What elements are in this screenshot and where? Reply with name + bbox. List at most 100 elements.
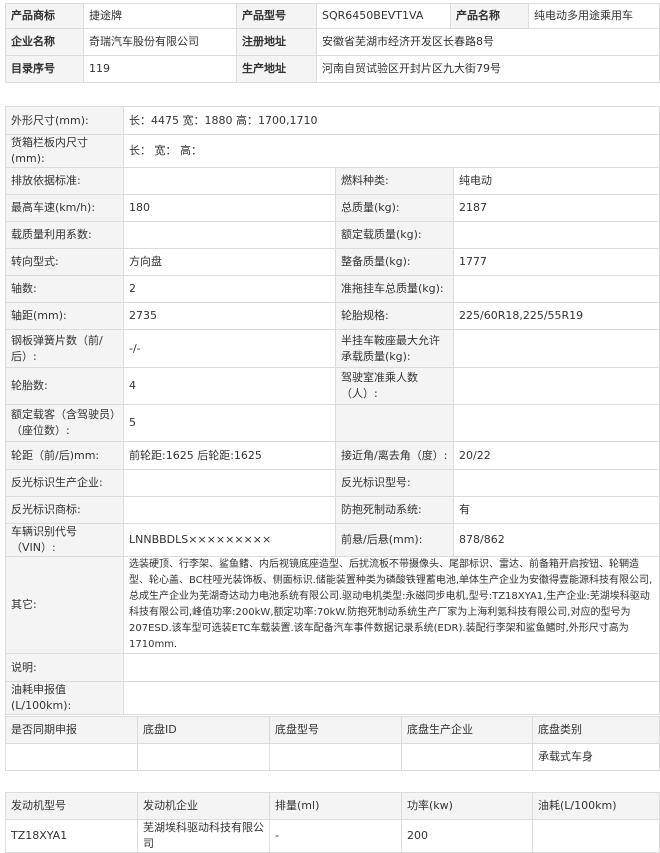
spec-row: 反光标识生产企业: 反光标识型号:: [5, 469, 660, 497]
basic-row-2: 企业名称 奇瑞汽车股份有限公司 注册地址 安徽省芜湖市经济开发区长春路8号: [5, 28, 660, 56]
spec-value: 878/862: [452, 523, 660, 557]
dimensions-label: 外形尺寸(mm):: [5, 106, 124, 135]
company-value: 奇瑞汽车股份有限公司: [83, 28, 237, 56]
dimensions-row: 外形尺寸(mm): 长：4475 宽：1880 高：1700,1710: [5, 106, 660, 135]
spec-value: 有: [452, 496, 660, 524]
basic-row-3: 目录序号 119 生产地址 河南自贸试验区开封片区九大街79号: [5, 55, 660, 83]
spec-label: 准拖挂车总质量(kg):: [335, 275, 454, 303]
spec-label: 轴距(mm):: [5, 302, 124, 330]
note-label: 说明:: [5, 653, 124, 682]
spec-label: 接近角/离去角（度）:: [335, 441, 454, 470]
spec-label: 轴数:: [5, 275, 124, 303]
spec-label: 排放依据标准:: [5, 167, 124, 195]
fuel-row: 油耗申报值(L/100km):: [5, 681, 660, 715]
chassis-header: 底盘ID: [137, 716, 270, 744]
spec-value: 2: [123, 275, 336, 303]
company-label: 企业名称: [5, 28, 84, 56]
chassis-cell: [137, 743, 270, 771]
chassis-header-row: 是否同期申报 底盘ID 底盘型号 底盘生产企业 底盘类别: [5, 716, 660, 744]
spec-label: 转向型式:: [5, 248, 124, 276]
spec-label: 钢板弹簧片数（前/后）:: [5, 329, 124, 368]
engine-header: 排量(ml): [269, 792, 402, 820]
spec-label: 反光标识型号:: [335, 469, 454, 497]
product-name-value: 纯电动多用途乘用车: [528, 3, 660, 29]
chassis-cell: 承载式车身: [532, 743, 660, 771]
spec-row: 轴数: 2 准拖挂车总质量(kg):: [5, 275, 660, 303]
basic-row-1: 产品商标 捷途牌 产品型号 SQR6450BEVT1VA 产品名称 纯电动多用途…: [5, 3, 660, 29]
cargo-label: 货箱栏板内尺寸(mm):: [5, 134, 124, 168]
engine-header: 功率(kw): [401, 792, 533, 820]
spec-value: [123, 496, 336, 524]
spec-label: 反光标识商标:: [5, 496, 124, 524]
prod-address-value: 河南自贸试验区开封片区九大街79号: [316, 55, 660, 83]
product-name-label: 产品名称: [450, 3, 529, 29]
spec-value: 180: [123, 194, 336, 222]
engine-header: 油耗(L/100km): [532, 792, 660, 820]
spec-label: 半挂车鞍座最大允许承载质量(kg):: [335, 329, 454, 368]
chassis-header: 底盘类别: [532, 716, 660, 744]
dimensions-value: 长：4475 宽：1880 高：1700,1710: [122, 106, 660, 135]
spec-value: [123, 221, 336, 249]
spec-label: 最高车速(km/h):: [5, 194, 124, 222]
chassis-data-row: 承载式车身: [5, 743, 660, 771]
note-value: [122, 653, 660, 682]
spec-value: 2187: [452, 194, 660, 222]
spec-label: 轮胎规格:: [335, 302, 454, 330]
spec-value: [452, 275, 660, 303]
other-label: 其它:: [5, 556, 124, 654]
spec-value: 纯电动: [452, 167, 660, 195]
cargo-value: 长： 宽： 高：: [122, 134, 660, 168]
spec-value: [452, 367, 660, 405]
trademark-value: 捷途牌: [83, 3, 237, 29]
catalog-no-value: 119: [83, 55, 237, 83]
spec-value: [452, 404, 660, 442]
spec-value: 5: [123, 404, 336, 442]
prod-address-label: 生产地址: [236, 55, 317, 83]
spec-value: [452, 221, 660, 249]
spec-row: 反光标识商标: 防抱死制动系统: 有: [5, 496, 660, 524]
spec-row: 钢板弹簧片数（前/后）: -/- 半挂车鞍座最大允许承载质量(kg):: [5, 329, 660, 368]
chassis-cell: [401, 743, 533, 771]
spec-value: [452, 329, 660, 368]
engine-header: 发动机型号: [5, 792, 138, 820]
spec-label: [335, 404, 454, 442]
specs-table: 外形尺寸(mm): 长：4475 宽：1880 高：1700,1710 货箱栏板…: [5, 106, 660, 715]
other-value: 选装硬顶、行李架、鲨鱼鳍、内后视镜底座造型、后扰流板不带摄像头、尾部标识、雷达、…: [122, 556, 660, 654]
cargo-row: 货箱栏板内尺寸(mm): 长： 宽： 高：: [5, 134, 660, 168]
spec-row: 排放依据标准: 燃料种类: 纯电动: [5, 167, 660, 195]
chassis-cell: [5, 743, 138, 771]
spec-row: 车辆识别代号（VIN）: LNNBBDLS××××××××× 前悬/后悬(mm)…: [5, 523, 660, 557]
fuel-label: 油耗申报值(L/100km):: [5, 681, 124, 715]
spec-value: 4: [123, 367, 336, 405]
spec-row: 额定载客（含驾驶员）（座位数）: 5: [5, 404, 660, 442]
chassis-header: 底盘型号: [269, 716, 402, 744]
trademark-label: 产品商标: [5, 3, 84, 29]
engine-header: 发动机企业: [137, 792, 270, 820]
spec-label: 防抱死制动系统:: [335, 496, 454, 524]
spec-value: 前轮距:1625 后轮距:1625: [123, 441, 336, 470]
spec-label: 额定载质量(kg):: [335, 221, 454, 249]
engine-header-row: 发动机型号 发动机企业 排量(ml) 功率(kw) 油耗(L/100km): [5, 792, 660, 820]
spec-value: [123, 469, 336, 497]
spec-value: 2735: [123, 302, 336, 330]
spec-label: 反光标识生产企业:: [5, 469, 124, 497]
model-label: 产品型号: [236, 3, 317, 29]
spec-label: 驾驶室准乘人数（人）:: [335, 367, 454, 405]
spec-value: 方向盘: [123, 248, 336, 276]
chassis-header: 底盘生产企业: [401, 716, 533, 744]
chassis-cell: [269, 743, 402, 771]
spec-label: 额定载客（含驾驶员）（座位数）:: [5, 404, 124, 442]
chassis-header: 是否同期申报: [5, 716, 138, 744]
basic-info-table: 产品商标 捷途牌 产品型号 SQR6450BEVT1VA 产品名称 纯电动多用途…: [5, 3, 660, 83]
spec-row: 轴距(mm): 2735 轮胎规格: 225/60R18,225/55R19: [5, 302, 660, 330]
model-value: SQR6450BEVT1VA: [316, 3, 451, 29]
spec-row: 轮胎数: 4 驾驶室准乘人数（人）:: [5, 367, 660, 405]
spec-label: 前悬/后悬(mm):: [335, 523, 454, 557]
spec-label: 轮胎数:: [5, 367, 124, 405]
engine-table: 发动机型号 发动机企业 排量(ml) 功率(kw) 油耗(L/100km) TZ…: [5, 792, 660, 853]
spec-label: 载质量利用系数:: [5, 221, 124, 249]
spec-label: 总质量(kg):: [335, 194, 454, 222]
spec-row: 轮距（前/后)mm: 前轮距:1625 后轮距:1625 接近角/离去角（度）:…: [5, 441, 660, 470]
spec-value: 1777: [452, 248, 660, 276]
note-row: 说明:: [5, 653, 660, 682]
